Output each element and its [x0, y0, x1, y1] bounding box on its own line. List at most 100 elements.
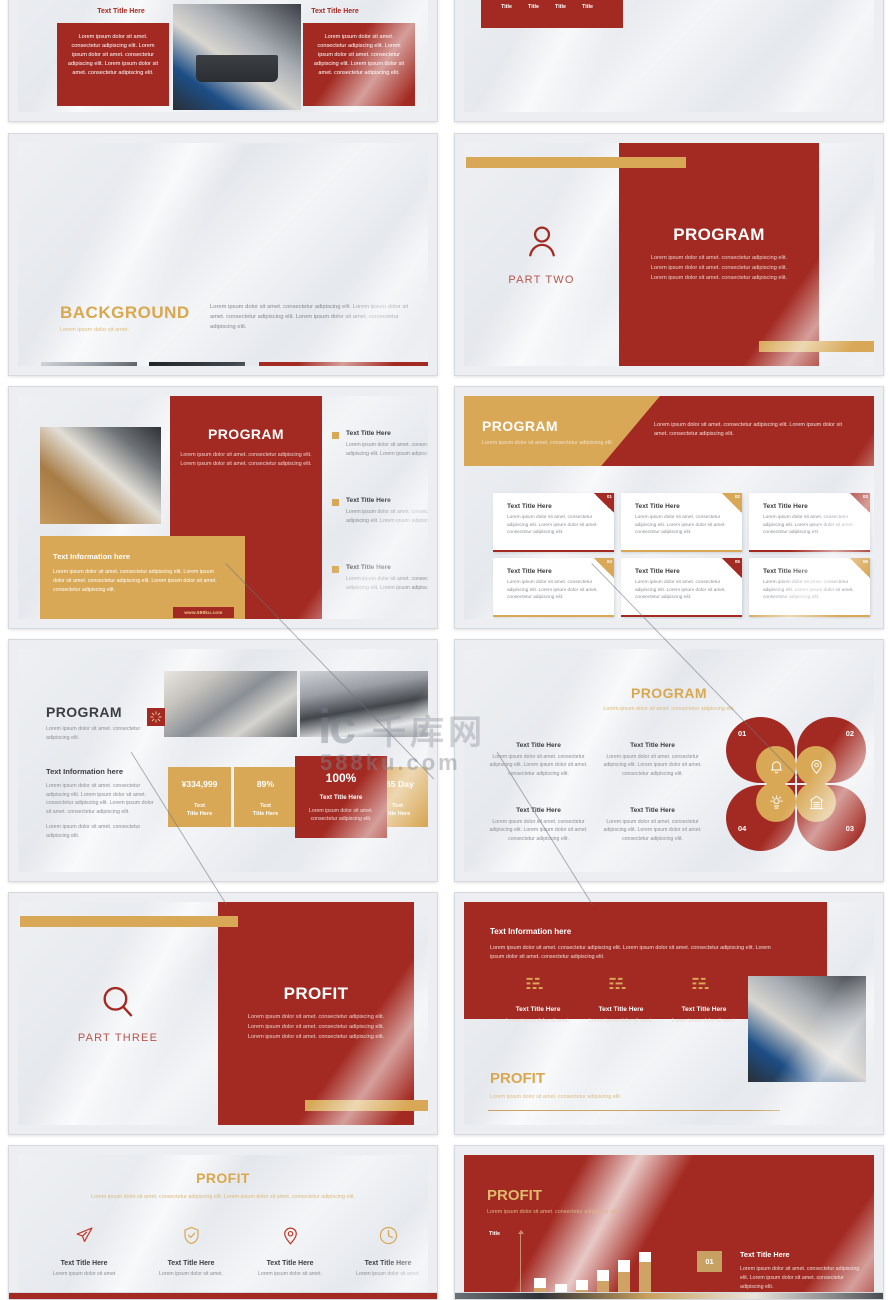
stat-2-label: Text Title Here: [252, 803, 279, 817]
slide-profit-chart[interactable]: PROFIT Lorem ipsum dolor sit amet. conse…: [454, 1145, 884, 1300]
program-cards-paragraph: Lorem ipsum dolor sit amet. consectetur …: [654, 422, 842, 438]
background-subtitle: Lorem ipsum dolor sit amet.: [60, 327, 130, 333]
petal-col-3-body: Lorem ipsum dolor sit amet. consectetur …: [489, 819, 588, 842]
search-icon: [99, 983, 137, 1026]
profit-footer-subtitle: Lorem ipsum dolor sit amet. consectetur …: [490, 1094, 622, 1100]
petals-subtitle: Lorem ipsum dolor sit amet. consectetur …: [603, 706, 735, 712]
card-1-body: Lorem ipsum dolor sit amet. consectetur …: [507, 515, 598, 536]
website-link-button[interactable]: www.588ku.com: [173, 607, 234, 618]
slide-card-left: Lorem ipsum dolor sit amet. consectetur …: [57, 23, 169, 106]
card-3-number: 03: [862, 494, 868, 499]
next-slide-sliver-right[interactable]: [454, 1292, 884, 1300]
card-6-number: 06: [862, 559, 868, 564]
program-stats-subtitle: Lorem ipsum dolor sit amet. consectetur …: [46, 726, 141, 741]
highlight-title: Text Title Here: [319, 794, 363, 801]
program-list-item-1: Text Title Here Lorem ipsum dolor sit am…: [332, 430, 428, 458]
program-card-1[interactable]: 01 Text Title Here Lorem ipsum dolor sit…: [493, 493, 614, 552]
card-4-body: Lorem ipsum dolor sit amet. consectetur …: [507, 580, 598, 601]
slide-program-cards[interactable]: PROGRAM Lorem ipsum dolor sit amet. cons…: [454, 386, 884, 629]
bullet-square-icon: [332, 566, 339, 573]
equalizer-icon: [608, 976, 634, 1000]
petal-col-1-body: Lorem ipsum dolor sit amet. consectetur …: [489, 754, 588, 777]
corner-number-badge: 04: [594, 558, 614, 578]
program-photo: [40, 427, 161, 524]
bar-tick-2: Title: [528, 4, 539, 10]
equalizer-icon: [691, 976, 717, 1000]
item-2-title: Text Title Here: [346, 497, 391, 504]
profit-icon-3-body: Lorem ipsum dolor sit amet.: [257, 1271, 322, 1277]
slide-program-stats[interactable]: PROGRAM Lorem ipsum dolor sit amet. cons…: [8, 639, 438, 882]
card-5-body: Lorem ipsum dolor sit amet. consectetur …: [635, 580, 726, 601]
profit-col-3-title: Text Title Here: [681, 1006, 727, 1013]
card-4-accent-bar: [493, 615, 614, 617]
location-pin-icon: [796, 746, 836, 786]
profit-info-body: Lorem ipsum dolor sit amet. consectetur …: [490, 945, 771, 961]
y-axis-label: Title: [489, 1231, 500, 1237]
card-6-body: Lorem ipsum dolor sit amet. consectetur …: [763, 580, 854, 601]
stats-photo-2: [300, 671, 428, 737]
profit-icon-col-2: Text Title Here Lorem ipsum dolor sit am…: [137, 1225, 245, 1277]
card-5-number: 05: [734, 559, 740, 564]
slide-part-three[interactable]: PART THREE PROFIT Lorem ipsum dolor sit …: [8, 892, 438, 1135]
slide-background[interactable]: BACKGROUND Lorem ipsum dolor sit amet. L…: [8, 133, 438, 376]
y-axis-arrow: [517, 1230, 524, 1234]
card-4-number: 04: [606, 559, 612, 564]
bar-tick-3: Title: [555, 4, 566, 10]
petal-col-2-title: Text Title Here: [630, 742, 675, 749]
profit-icon-col-4: Text Title Here Lorem ipsum dolor sit am…: [334, 1225, 428, 1277]
program-card-2[interactable]: 02 Text Title Here Lorem ipsum dolor sit…: [621, 493, 742, 552]
petal-04-number: 04: [738, 824, 747, 833]
petal-col-3-title: Text Title Here: [516, 807, 561, 814]
part-three-title: PROFIT: [283, 984, 349, 1004]
corner-number-badge: 06: [850, 558, 870, 578]
program-card-5[interactable]: 05 Text Title Here Lorem ipsum dolor sit…: [621, 558, 742, 617]
profit-col-3-body: Lorem ipsum dolor sit amet.: [671, 1018, 736, 1024]
stats-info-body-2: Lorem ipsum dolor sit amet. consectetur …: [46, 824, 141, 839]
slide-program-petals[interactable]: PROGRAM Lorem ipsum dolor sit amet. cons…: [454, 639, 884, 882]
slide-part-two[interactable]: PART TWO PROGRAM Lorem ipsum dolor sit a…: [454, 133, 884, 376]
shield-check-icon: [181, 1226, 202, 1250]
slide-thumbnail-top-right[interactable]: Title Title Title Title Lorem ipsum dolo…: [454, 0, 884, 122]
card-2-body: Lorem ipsum dolor sit amet. consectetur …: [635, 515, 726, 536]
background-photo-card-1: Text Title Here Lorem ipsum dolor sit am…: [41, 362, 137, 366]
card-1-number: 01: [606, 494, 612, 499]
equalizer-icon: [525, 976, 551, 1000]
profit-icon-4-body: Lorem ipsum dolor sit amet.: [355, 1271, 420, 1277]
petal-cluster: 01 02 04 03: [726, 717, 866, 851]
program-card-4[interactable]: 04 Text Title Here Lorem ipsum dolor sit…: [493, 558, 614, 617]
chart-item-number-badge: 01: [697, 1251, 722, 1272]
petal-col-2-body: Lorem ipsum dolor sit amet. consectetur …: [603, 754, 702, 777]
item-1-title: Text Title Here: [346, 430, 391, 437]
petal-text-col-3: Text Title Here Lorem ipsum dolor sit am…: [486, 807, 591, 843]
program-card-3[interactable]: 03 Text Title Here Lorem ipsum dolor sit…: [749, 493, 870, 552]
slide-heading-left: Text Title Here: [97, 8, 145, 15]
slide-profit-info[interactable]: Text Information here Lorem ipsum dolor …: [454, 892, 884, 1135]
stat-card-2: 89% Text Title Here: [234, 767, 297, 827]
card-1-accent-bar: [493, 550, 614, 552]
slide-card-right: Lorem ipsum dolor sit amet. consectetur …: [303, 23, 415, 106]
card-6-accent-bar: [749, 615, 870, 617]
part-three-label: PART THREE: [77, 1032, 159, 1044]
program-card-6[interactable]: 06 Text Title Here Lorem ipsum dolor sit…: [749, 558, 870, 617]
petal-text-col-4: Text Title Here Lorem ipsum dolor sit am…: [600, 807, 705, 843]
program-stats-title: PROGRAM: [46, 704, 122, 720]
stat-2-value: 89%: [256, 779, 275, 789]
slide-profit-icons[interactable]: PROFIT Lorem ipsum dolor sit amet. conse…: [8, 1145, 438, 1300]
item-3-body: Lorem ipsum dolor sit amet. consectetur …: [346, 576, 428, 591]
card-5-accent-bar: [621, 615, 742, 617]
item-2-body: Lorem ipsum dolor sit amet. consectetur …: [346, 509, 428, 524]
petals-title: PROGRAM: [631, 685, 707, 701]
profit-icons-subtitle: Lorem ipsum dolor sit amet. consectetur …: [91, 1194, 355, 1200]
corner-number-badge: 05: [722, 558, 742, 578]
stat-1-value: ¥334,999: [181, 779, 218, 789]
slide-thumbnail-top-left[interactable]: Text Title Here Text Title Here Lorem ip…: [8, 0, 438, 122]
slide-program-list[interactable]: PROGRAM Lorem ipsum dolor sit amet. cons…: [8, 386, 438, 629]
program-cards-subtitle: Lorem ipsum dolor sit amet. consectetur …: [482, 440, 614, 446]
background-bullets-panel: Lorem ipsum dolor sit amet. consectetur …: [259, 362, 428, 366]
profit-photo: [748, 976, 866, 1082]
lightbulb-icon: [756, 782, 796, 822]
part-three-body: Lorem ipsum dolor sit amet. consectetur …: [247, 1014, 385, 1040]
next-slide-sliver-left[interactable]: [8, 1292, 438, 1300]
petal-col-4-body: Lorem ipsum dolor sit amet. consectetur …: [603, 819, 702, 842]
profit-info-col-3: Text Title Here Lorem ipsum dolor sit am…: [658, 976, 750, 1025]
